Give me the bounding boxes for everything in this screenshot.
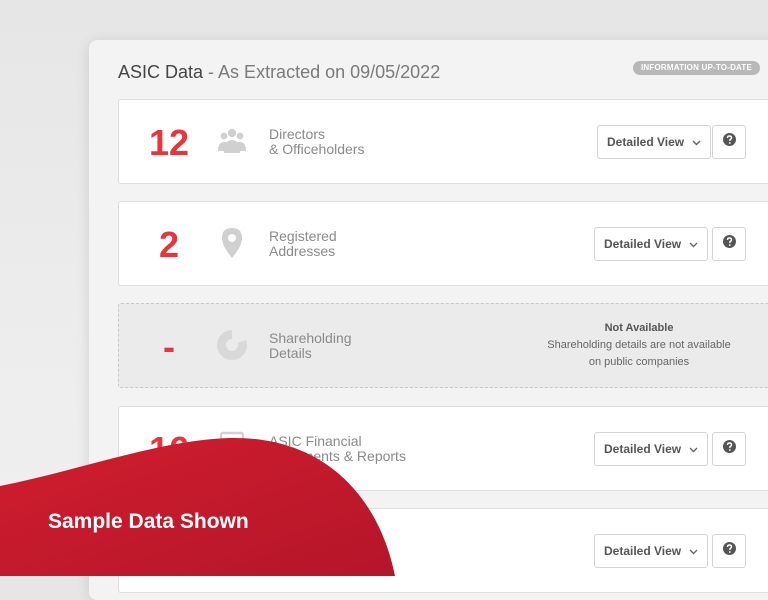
document-icon bbox=[215, 431, 249, 465]
addresses-label: Registered Addresses bbox=[269, 228, 337, 259]
chevron-down-icon bbox=[689, 442, 698, 456]
map-pin-icon bbox=[215, 226, 249, 260]
chevron-down-icon bbox=[692, 135, 701, 149]
title-main: ASIC Data bbox=[118, 62, 204, 82]
status-badge: INFORMATION UP-TO-DATE bbox=[633, 61, 761, 75]
addresses-count: 2 bbox=[158, 223, 180, 265]
shareholding-count: - bbox=[163, 325, 175, 367]
financial-label: ASIC Financial Statements & Reports bbox=[269, 433, 406, 464]
financial-detailed-view-select[interactable]: Detailed View bbox=[594, 432, 709, 466]
pie-chart-icon bbox=[215, 328, 249, 362]
card-directors: 12 Directors & Officeholders Detailed Vi… bbox=[118, 99, 768, 184]
directors-label: Directors & Officeholders bbox=[269, 126, 365, 157]
card-financial-statements: 16 ASIC Financial Statements & Reports D… bbox=[118, 406, 768, 491]
financial-help-button[interactable] bbox=[712, 432, 746, 466]
financial-count: 16 bbox=[148, 428, 190, 470]
chevron-down-icon bbox=[689, 544, 698, 558]
card-shareholding-details: - Shareholding Details Not Available Sha… bbox=[118, 303, 768, 388]
chevron-down-icon bbox=[689, 237, 698, 251]
not-available-notice: Not Available Shareholding details are n… bbox=[539, 320, 739, 371]
addresses-detailed-view-select[interactable]: Detailed View bbox=[594, 227, 709, 261]
people-group-icon bbox=[215, 124, 249, 158]
question-icon bbox=[722, 133, 736, 151]
fifth-detailed-view-select[interactable]: Detailed View bbox=[594, 534, 709, 568]
question-icon bbox=[722, 440, 736, 458]
page-title: ASIC Data - As Extracted on 09/05/2022 bbox=[118, 62, 440, 83]
directors-help-button[interactable] bbox=[712, 125, 746, 159]
card-registered-addresses: 2 Registered Addresses Detailed View bbox=[118, 201, 768, 286]
directors-count: 12 bbox=[148, 121, 190, 163]
addresses-help-button[interactable] bbox=[712, 227, 746, 261]
not-available-line2: on public companies bbox=[588, 356, 690, 368]
question-icon bbox=[722, 542, 736, 560]
shareholding-label: Shareholding Details bbox=[269, 330, 352, 361]
fifth-help-button[interactable] bbox=[712, 534, 746, 568]
not-available-title: Not Available bbox=[604, 322, 674, 334]
not-available-line1: Shareholding details are not available bbox=[547, 339, 731, 351]
title-extract-date: - As Extracted on 09/05/2022 bbox=[203, 62, 441, 82]
sample-data-label: Sample Data Shown bbox=[48, 510, 249, 533]
question-icon bbox=[722, 235, 736, 253]
directors-detailed-view-select[interactable]: Detailed View bbox=[597, 125, 712, 159]
